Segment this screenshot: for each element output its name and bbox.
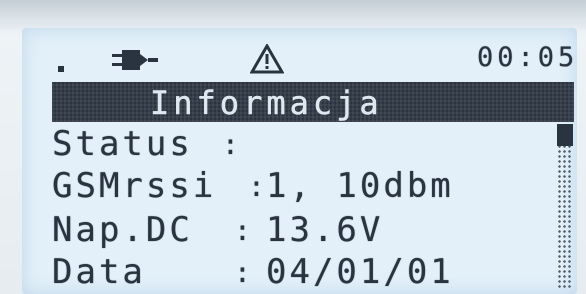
clock-display: 00:05 (477, 42, 579, 73)
info-row-value: 1, 10dbm (266, 166, 454, 206)
info-row-label: GSMrssi (52, 166, 217, 206)
info-row-label: Status (52, 124, 193, 164)
info-row-label: Data (52, 252, 146, 292)
info-row-separator: : (234, 256, 254, 289)
status-dot-icon (58, 66, 64, 72)
info-row-separator: : (222, 128, 242, 161)
warning-icon (250, 44, 284, 74)
status-bar: 00:05 (22, 28, 577, 78)
info-row-label: Nap.DC (52, 210, 193, 250)
menu-title: Informacja (150, 84, 383, 123)
device-bezel (0, 0, 586, 30)
info-row-separator: : (234, 214, 254, 247)
scrollbar-thumb[interactable] (557, 124, 573, 146)
info-row-value: 04/01/01 (266, 252, 454, 292)
menu-title-bar: Informacja (52, 82, 574, 122)
plug-icon (112, 50, 158, 70)
info-row-value: 13.6V (266, 210, 384, 250)
scrollbar-track[interactable] (557, 124, 573, 289)
device-photo: 00:05 Informacja Status : GSMrssi : 1, 1… (0, 0, 586, 294)
info-row-separator: : (248, 170, 268, 203)
lcd-screen: 00:05 Informacja Status : GSMrssi : 1, 1… (22, 28, 577, 294)
